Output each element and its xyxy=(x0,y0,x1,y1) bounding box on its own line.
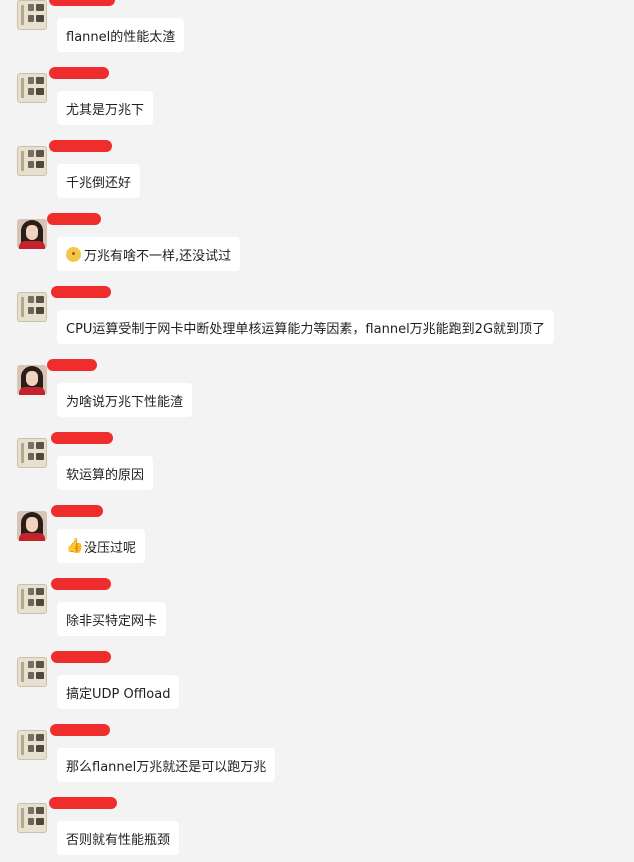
thumbs-up-emoji: 👍 xyxy=(66,537,84,554)
calligraphy-avatar[interactable] xyxy=(17,73,47,103)
redacted-name xyxy=(51,578,111,590)
message-bubble[interactable]: 为啥说万兆下性能渣 xyxy=(57,383,193,417)
message-bubble[interactable]: CPU运算受制于网卡中断处理单核运算能力等因素，flannel万兆能跑到2G就到… xyxy=(57,310,555,344)
message-bubble[interactable]: 千兆倒还好 xyxy=(57,164,141,198)
message-text: 那么flannel万兆就还是可以跑万兆 xyxy=(66,759,267,775)
photo-avatar[interactable] xyxy=(17,365,47,395)
redacted-name xyxy=(49,140,112,152)
message-bubble[interactable]: 👍 没压过呢 xyxy=(57,529,146,563)
calligraphy-avatar[interactable] xyxy=(17,292,47,322)
calligraphy-avatar[interactable] xyxy=(17,730,47,760)
redacted-name xyxy=(51,286,111,298)
redacted-name xyxy=(51,432,113,444)
message-bubble[interactable]: 尤其是万兆下 xyxy=(57,91,154,125)
message-bubble[interactable]: • 万兆有啥不一样,还没试过 xyxy=(57,237,241,271)
message-bubble[interactable]: 搞定UDP Offload xyxy=(57,675,180,709)
calligraphy-avatar[interactable] xyxy=(17,146,47,176)
redacted-name xyxy=(49,797,117,809)
message-text: 千兆倒还好 xyxy=(66,175,132,191)
message-text: 万兆有啥不一样,还没试过 xyxy=(84,248,232,264)
chat-history: flannel的性能太渣 尤其是万兆下 千兆倒还好 • 万兆有啥不一样,还没试过… xyxy=(0,0,634,862)
message-bubble[interactable]: 软运算的原因 xyxy=(57,456,154,490)
photo-avatar[interactable] xyxy=(17,219,47,249)
redacted-name xyxy=(47,213,101,225)
photo-avatar[interactable] xyxy=(17,511,47,541)
redacted-name xyxy=(49,67,109,79)
message-bubble[interactable]: 那么flannel万兆就还是可以跑万兆 xyxy=(57,748,276,782)
redacted-name xyxy=(51,651,111,663)
message-bubble[interactable]: 否则就有性能瓶颈 xyxy=(57,821,180,855)
redacted-name xyxy=(49,0,115,6)
message-text: CPU运算受制于网卡中断处理单核运算能力等因素，flannel万兆能跑到2G就到… xyxy=(66,321,546,337)
sweat-smile-emoji: • xyxy=(66,246,81,262)
message-text: 尤其是万兆下 xyxy=(66,102,145,118)
calligraphy-avatar[interactable] xyxy=(17,803,47,833)
message-text: 没压过呢 xyxy=(84,540,137,556)
message-text: 否则就有性能瓶颈 xyxy=(66,832,171,848)
calligraphy-avatar[interactable] xyxy=(17,438,47,468)
message-text: 为啥说万兆下性能渣 xyxy=(66,394,184,410)
message-text: 搞定UDP Offload xyxy=(66,686,171,702)
redacted-name xyxy=(50,724,110,736)
message-bubble[interactable]: 除非买特定网卡 xyxy=(57,602,167,636)
message-bubble[interactable]: flannel的性能太渣 xyxy=(57,18,185,52)
message-text: 软运算的原因 xyxy=(66,467,145,483)
redacted-name xyxy=(51,505,103,517)
calligraphy-avatar[interactable] xyxy=(17,657,47,687)
message-text: flannel的性能太渣 xyxy=(66,29,176,45)
redacted-name xyxy=(47,359,97,371)
calligraphy-avatar[interactable] xyxy=(17,0,47,30)
message-text: 除非买特定网卡 xyxy=(66,613,158,629)
calligraphy-avatar[interactable] xyxy=(17,584,47,614)
